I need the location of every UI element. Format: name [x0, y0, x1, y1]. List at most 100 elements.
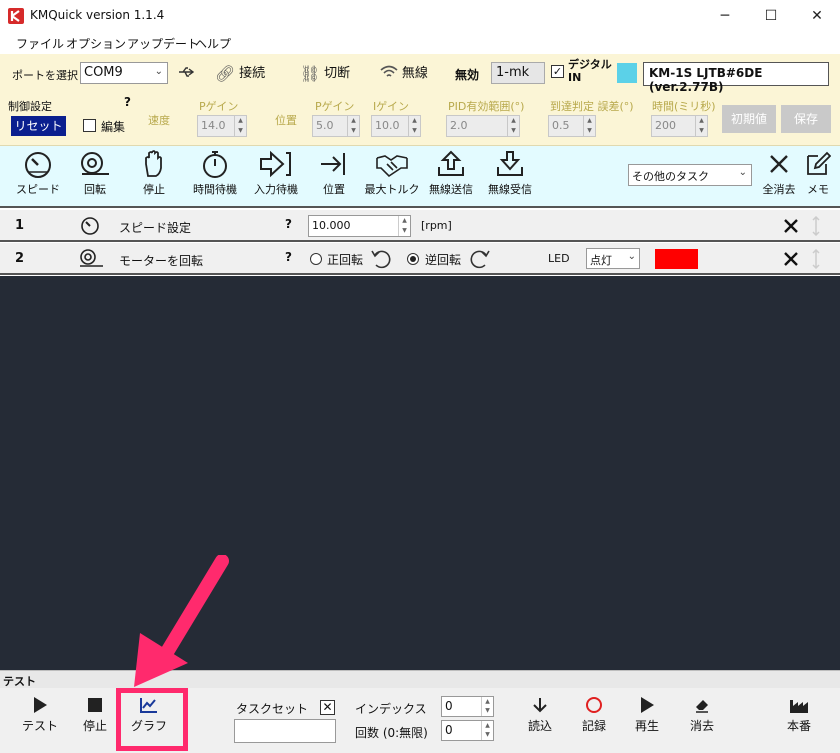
taskset-input[interactable]: [234, 719, 336, 743]
reverse-radio[interactable]: [407, 253, 419, 265]
led-color-swatch[interactable]: [655, 249, 698, 269]
tool-wireless-send[interactable]: 無線送信: [420, 150, 482, 197]
count-value: 0: [445, 723, 453, 737]
record-label: 記録: [581, 719, 606, 733]
stop-icon: [88, 698, 102, 712]
play-label: 再生: [634, 719, 659, 733]
taskset-clear-icon[interactable]: ✕: [320, 700, 335, 715]
other-tasks-value: その他のタスク: [632, 170, 709, 183]
disconnect-button[interactable]: ⛓︎ 切断: [300, 62, 350, 84]
spinner-arrows-icon[interactable]: ▲ ▼: [234, 116, 246, 136]
tool-stop[interactable]: 停止: [123, 150, 185, 197]
speed-value: 10.000: [312, 219, 351, 232]
reset-button[interactable]: リセット: [11, 116, 66, 136]
tool-position[interactable]: 位置: [303, 150, 365, 197]
drag-handle-icon[interactable]: [811, 216, 821, 236]
erase-button[interactable]: 消去: [677, 696, 727, 734]
task-help-icon[interactable]: ?: [285, 217, 292, 231]
digital-in-label: デジタル IN: [568, 58, 612, 84]
menu-options[interactable]: オプション: [66, 35, 126, 52]
close-window-button[interactable]: ✕: [794, 0, 840, 32]
other-tasks-select[interactable]: その他のタスク ⌄: [628, 164, 752, 186]
tool-max-torque[interactable]: 最大トルク: [361, 150, 423, 197]
eraser-icon: [696, 700, 708, 713]
chevron-down-icon: ⌄: [627, 251, 636, 262]
task-toolbar: スピード 回転 停止 時間待機 入力待機 位置 最大トルク 無線送信 無線受信 …: [0, 146, 840, 208]
spinner-arrows-icon[interactable]: ▲ ▼: [408, 116, 420, 136]
pid-range-input[interactable]: 2.0 ▲ ▼: [446, 115, 520, 137]
spinner-arrows-icon[interactable]: ▲ ▼: [695, 116, 707, 136]
memo-button[interactable]: メモ: [803, 150, 833, 197]
i-gain-value: 10.0: [375, 119, 400, 132]
spinner-arrows-icon[interactable]: ▲ ▼: [481, 697, 493, 716]
task-row[interactable]: 2 モーターを回転 ? 正回転 逆回転 LED 点灯 ⌄: [0, 243, 840, 275]
spinner-arrows-icon[interactable]: ▲ ▼: [481, 721, 493, 740]
count-input[interactable]: 0 ▲ ▼: [441, 720, 494, 741]
led-select[interactable]: 点灯 ⌄: [586, 248, 640, 269]
port-select-label: ポートを選択: [12, 69, 78, 82]
wireless-button[interactable]: 無線: [380, 62, 428, 84]
index-input[interactable]: 0 ▲ ▼: [441, 696, 494, 717]
settings-panel: ポートを選択 COM9 ⌄ 🔗︎ 接続 ⛓︎ 切断 無線 無効 1-mk ✓ デ…: [0, 54, 840, 146]
connect-button[interactable]: 🔗︎ 接続: [215, 62, 265, 84]
control-settings-title: 制御設定: [8, 100, 52, 113]
menu-file[interactable]: ファイル: [16, 35, 64, 52]
spinner-arrows-icon[interactable]: ▲ ▼: [507, 116, 519, 136]
i-gain-input[interactable]: 10.0 ▲ ▼: [371, 115, 421, 137]
menu-update[interactable]: アップデート: [127, 35, 199, 52]
tool-wait-time[interactable]: 時間待機: [184, 150, 246, 197]
tool-wireless-send-label: 無線送信: [429, 183, 473, 196]
speed-value-input[interactable]: 10.000 ▲ ▼: [308, 215, 411, 237]
time-ms-input[interactable]: 200 ▲ ▼: [651, 115, 708, 137]
spinner-arrows-icon[interactable]: ▲ ▼: [347, 116, 359, 136]
device-color-swatch: [617, 63, 637, 83]
mode-field[interactable]: 1-mk: [491, 62, 545, 84]
control-help-icon[interactable]: ?: [124, 95, 131, 109]
position-p-gain-input[interactable]: 5.0 ▲ ▼: [312, 115, 360, 137]
default-values-button[interactable]: 初期値: [722, 105, 776, 133]
spinner-arrows-icon[interactable]: ▲ ▼: [398, 216, 410, 236]
edit-checkbox[interactable]: [83, 119, 96, 132]
arrow-to-line-icon: [321, 153, 345, 175]
read-button[interactable]: 読込: [515, 696, 565, 734]
rotate-ccw-icon: [371, 250, 391, 269]
port-select[interactable]: COM9 ⌄: [80, 62, 168, 84]
tool-rotate[interactable]: 回転: [64, 150, 126, 197]
tool-speed-label: スピード: [16, 183, 60, 196]
motor-rotate-icon: [80, 249, 103, 267]
drag-handle-icon[interactable]: [811, 249, 821, 269]
maximize-button[interactable]: ☐: [748, 0, 794, 32]
download-icon: [497, 151, 523, 176]
record-button[interactable]: 記録: [569, 696, 619, 734]
memo-label: メモ: [807, 183, 829, 196]
production-button[interactable]: 本番: [774, 696, 824, 734]
test-stop-button[interactable]: 停止: [70, 696, 120, 734]
spinner-arrows-icon[interactable]: ▲ ▼: [583, 116, 595, 136]
tool-position-label: 位置: [323, 183, 345, 196]
time-ms-value: 200: [655, 119, 676, 132]
tool-wireless-receive[interactable]: 無線受信: [479, 150, 541, 197]
minimize-button[interactable]: ─: [702, 0, 748, 32]
hand-stop-icon: [145, 150, 162, 177]
tool-wait-time-label: 時間待機: [193, 183, 237, 196]
clear-all-button[interactable]: 全消去: [751, 150, 807, 197]
delete-task-icon[interactable]: [783, 251, 799, 267]
position-p-gain-value: 5.0: [316, 119, 334, 132]
digital-in-checkbox[interactable]: ✓: [551, 65, 564, 78]
forward-radio[interactable]: [310, 253, 322, 265]
tool-speed[interactable]: スピード: [7, 150, 69, 197]
save-settings-button[interactable]: 保存: [781, 105, 831, 133]
task-help-icon[interactable]: ?: [285, 250, 292, 264]
wifi-icon: [380, 65, 398, 77]
reach-error-input[interactable]: 0.5 ▲ ▼: [548, 115, 596, 137]
erase-label: 消去: [689, 719, 714, 733]
i-gain-label: Iゲイン: [373, 100, 410, 113]
speed-p-gain-input[interactable]: 14.0 ▲ ▼: [197, 115, 247, 137]
test-run-button[interactable]: テスト: [15, 696, 65, 734]
tool-wait-input[interactable]: 入力待機: [245, 150, 307, 197]
task-row[interactable]: 1 スピード設定 ? 10.000 ▲ ▼ [rpm]: [0, 210, 840, 242]
menu-help[interactable]: ヘルプ: [195, 35, 231, 52]
highlight-box: [116, 688, 188, 751]
play-button[interactable]: 再生: [622, 696, 672, 734]
delete-task-icon[interactable]: [783, 218, 799, 234]
